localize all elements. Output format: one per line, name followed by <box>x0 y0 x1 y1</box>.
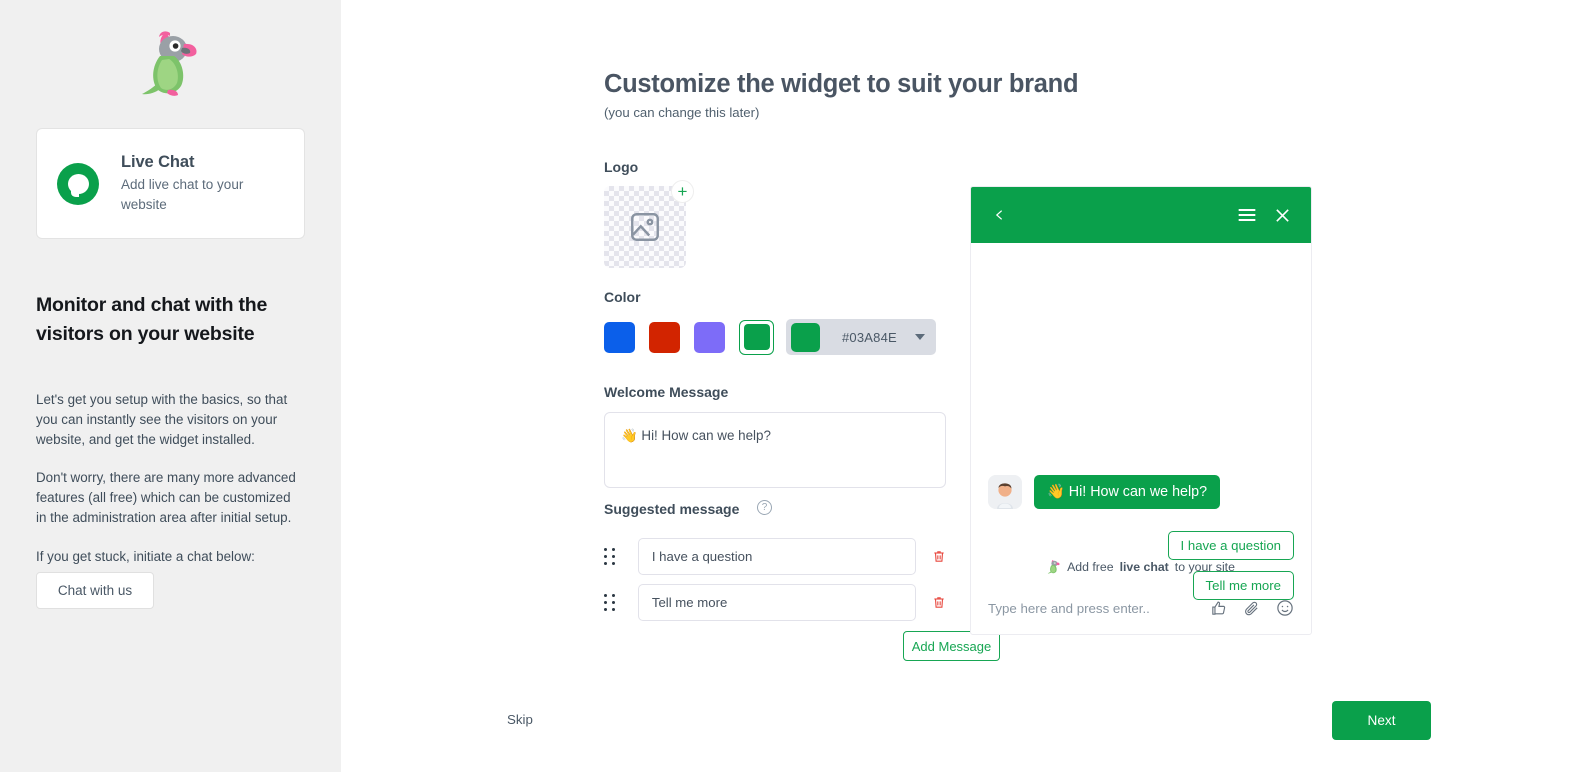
parrot-icon <box>1047 559 1060 573</box>
color-swatch-green-selected[interactable] <box>739 319 774 355</box>
sidebar: Live Chat Add live chat to your website … <box>0 0 341 772</box>
emoji-smiley-icon[interactable] <box>1276 599 1294 617</box>
suggested-message-input-2[interactable] <box>637 584 916 621</box>
product-card-text: Live Chat Add live chat to your website <box>121 153 256 214</box>
page-title: Customize the widget to suit your brand <box>604 70 1079 98</box>
drag-handle-icon[interactable] <box>604 547 617 566</box>
promo-prefix: Add free <box>1067 560 1114 574</box>
product-card-subtitle: Add live chat to your website <box>121 176 244 212</box>
color-hex-picker[interactable]: #03A84E <box>786 319 936 355</box>
drag-handle-icon[interactable] <box>604 593 617 612</box>
page-subtitle: (you can change this later) <box>604 105 760 120</box>
product-card[interactable]: Live Chat Add live chat to your website <box>36 128 305 239</box>
paperclip-icon[interactable] <box>1243 600 1260 617</box>
color-swatch-purple[interactable] <box>694 321 725 353</box>
suggested-message-row-1 <box>604 538 946 575</box>
chevron-left-icon[interactable] <box>993 205 1006 225</box>
close-x-icon[interactable] <box>1274 207 1291 224</box>
color-swatch-red[interactable] <box>649 321 680 353</box>
product-card-title: Live Chat <box>121 152 195 171</box>
chat-with-us-button[interactable]: Chat with us <box>36 572 154 609</box>
color-label: Color <box>604 289 641 305</box>
agent-avatar-icon <box>988 475 1022 509</box>
next-button[interactable]: Next <box>1332 701 1431 740</box>
thumbs-up-icon[interactable] <box>1210 600 1227 617</box>
color-swatch-blue[interactable] <box>604 321 635 353</box>
add-message-button[interactable]: Add Message <box>903 631 1000 661</box>
main-content: Customize the widget to suit your brand … <box>341 0 1587 772</box>
sidebar-heading: Monitor and chat with the visitors on yo… <box>36 294 268 346</box>
chat-widget-header <box>971 187 1311 243</box>
logo-label: Logo <box>604 159 639 175</box>
suggested-message-input-1[interactable] <box>637 538 916 575</box>
chat-suggestion-button-2[interactable]: Tell me more <box>1192 571 1294 600</box>
chat-suggestion-button-1[interactable]: I have a question <box>1167 531 1294 560</box>
parrot-logo-icon <box>141 31 196 96</box>
parrot-logo-wrap <box>0 0 341 106</box>
chat-widget-body: 👋 Hi! How can we help? I have a question… <box>971 243 1311 600</box>
sidebar-paragraph-3: If you get stuck, initiate a chat below: <box>36 548 255 564</box>
color-swatch-row: #03A84E <box>604 319 936 355</box>
promo-bold: live chat <box>1119 560 1169 574</box>
sidebar-paragraph-2: Don't worry, there are many more advance… <box>36 470 296 526</box>
sidebar-paragraph-1: Let's get you setup with the basics, so … <box>36 392 288 447</box>
skip-button[interactable]: Skip <box>507 712 533 727</box>
chat-message-input[interactable] <box>988 600 1194 616</box>
image-placeholder-icon <box>631 213 659 241</box>
chat-widget-preview: 👋 Hi! How can we help? I have a question… <box>970 186 1312 635</box>
chevron-down-icon[interactable] <box>914 334 925 340</box>
color-hex-value: #03A84E <box>842 329 897 345</box>
sidebar-body: Let's get you setup with the basics, so … <box>36 390 304 567</box>
chat-message-row: 👋 Hi! How can we help? <box>988 475 1221 509</box>
trash-icon[interactable] <box>932 549 946 564</box>
chat-message-bubble: 👋 Hi! How can we help? <box>1034 475 1221 509</box>
question-mark-icon[interactable]: ? <box>757 500 772 515</box>
live-chat-bubble-icon <box>57 162 99 205</box>
hamburger-menu-icon[interactable] <box>1237 207 1257 223</box>
suggested-message-row-2 <box>604 584 946 621</box>
color-chip <box>791 322 820 352</box>
welcome-message-input[interactable] <box>604 412 946 488</box>
logo-add-button[interactable]: + <box>671 180 694 203</box>
suggested-message-label: Suggested message <box>604 501 740 517</box>
welcome-message-label: Welcome Message <box>604 384 729 400</box>
trash-icon[interactable] <box>932 595 946 610</box>
